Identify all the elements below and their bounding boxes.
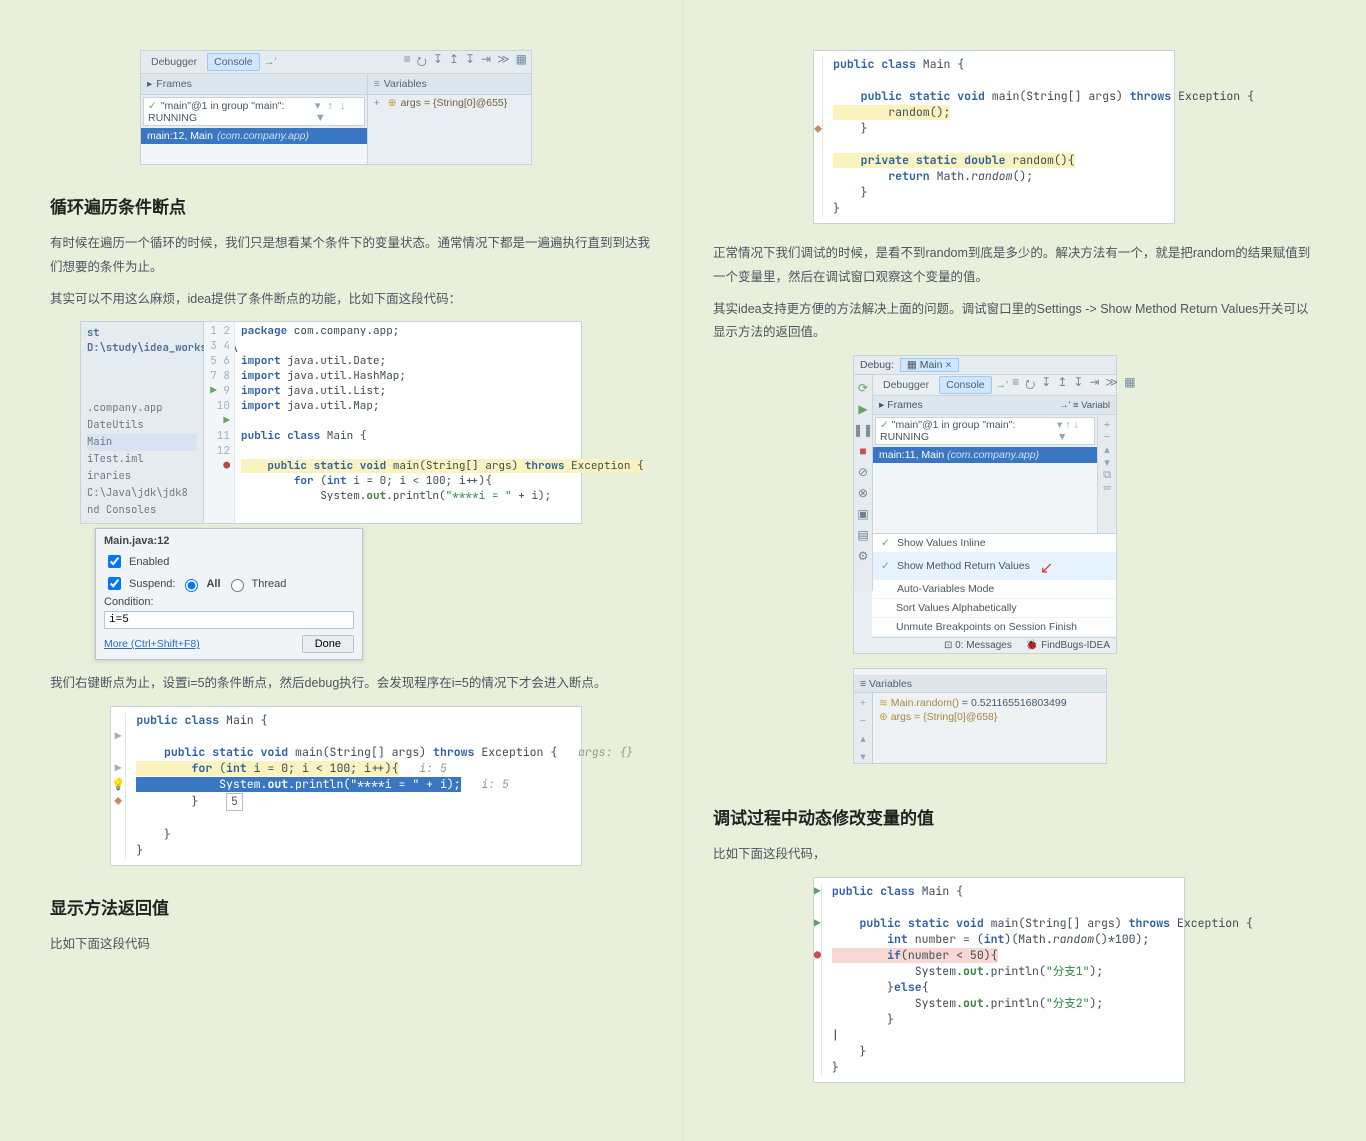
para: 比如下面这段代码， <box>713 843 1316 867</box>
bp-enabled[interactable]: Enabled <box>104 552 354 571</box>
frame-row[interactable]: main:11, Main (com.company.app) <box>873 447 1097 463</box>
thread-selector[interactable]: ✓"main"@1 in group "main": RUNNING ▾ ↑ ↓… <box>143 97 365 126</box>
status-messages[interactable]: ⊡ 0: Messages <box>944 640 1012 651</box>
tree-item[interactable]: nd Consoles <box>87 502 197 519</box>
step-over-icon[interactable]: ⭮ <box>417 52 427 73</box>
tree-item[interactable]: C:\Java\jdk\jdk8 <box>87 485 197 502</box>
bp-suspend[interactable]: Suspend: All Thread <box>104 574 354 593</box>
arrow-annotation: ↙ <box>1040 558 1053 578</box>
calc-icon[interactable]: ▦ <box>516 52 527 73</box>
heading-loop-breakpoint: 循环遍历条件断点 <box>50 193 652 218</box>
force-step-icon[interactable]: ↧ <box>1073 375 1083 396</box>
tab-console[interactable]: Console <box>939 376 992 394</box>
status-findbugs[interactable]: 🐞 FindBugs-IDEA <box>1026 640 1110 651</box>
layout-icon[interactable]: ▤ <box>857 528 868 542</box>
tab-debugger[interactable]: Debugger <box>145 54 203 70</box>
step-over-icon[interactable]: ⭮ <box>1025 375 1035 396</box>
menu-item[interactable]: Auto-Variables Mode <box>873 580 1116 599</box>
code-exec-block: ▶ ▶ 💡 ⬥ public class Main { public stati… <box>110 706 582 866</box>
heading-show-return: 显示方法返回值 <box>50 894 652 919</box>
code-area: package com.company.app; import java.uti… <box>235 322 650 523</box>
thread-selector[interactable]: ✓ "main"@1 in group "main": RUNNING ▾ ↑ … <box>875 417 1095 445</box>
editor-with-tree: st D:\study\idea_workspace\ .company.app… <box>80 321 582 524</box>
debug-config[interactable]: ▦ Main × <box>900 358 959 372</box>
menu-item-return-values[interactable]: ✓Show Method Return Values↙ <box>873 553 1116 580</box>
frame-row[interactable]: main:12, Main (com.company.app) <box>141 128 367 144</box>
para: 正常情况下我们调试的时候，是看不到random到底是多少的。解决方法有一个，就是… <box>713 242 1316 290</box>
view-bp-icon[interactable]: ⊘ <box>858 465 868 479</box>
minus-icon[interactable]: − <box>860 715 866 727</box>
calc-icon[interactable]: ▦ <box>1124 375 1135 396</box>
settings-icon[interactable]: ⚙ <box>858 549 869 563</box>
resume-icon[interactable]: ▶ <box>858 402 867 416</box>
variable-row[interactable]: ≋ Main.random() = 0.521165516803499 <box>879 696 1100 710</box>
step-out-icon[interactable]: ↥ <box>449 52 459 73</box>
bp-condition-input[interactable] <box>104 611 354 629</box>
para: 其实可以不用这么麻烦，idea提供了条件断点的功能，比如下面这段代码： <box>50 288 652 312</box>
eval-icon[interactable]: ≫ <box>1106 375 1119 396</box>
debugger-panel-top: Debugger Console →' ≡ ⭮ ↧ ↥ ↧ ⇥ ≫ ▦ ▸ Fr… <box>140 50 532 165</box>
pause-icon[interactable]: ❚❚ <box>853 423 873 437</box>
camera-icon[interactable]: ▣ <box>857 507 868 521</box>
force-step-icon[interactable]: ↧ <box>465 52 475 73</box>
step-into-icon[interactable]: ↧ <box>1041 375 1051 396</box>
variable-row[interactable]: ⊕ args = {String[0]@658} <box>879 710 1100 724</box>
code-random: ⬥ public class Main { public static void… <box>813 50 1175 224</box>
tree-item[interactable]: iraries <box>87 468 197 485</box>
bp-done-button[interactable]: Done <box>302 635 354 653</box>
para: 我们右键断点为止，设置i=5的条件断点，然后debug执行。会发现程序在i=5的… <box>50 672 652 696</box>
para: 其实idea支持更方便的方法解决上面的问题。调试窗口里的Settings -> … <box>713 298 1316 346</box>
step-into-icon[interactable]: ↧ <box>433 52 443 73</box>
code-branches: ▶ ▶ ● public class Main { public static … <box>813 877 1185 1083</box>
stop-icon[interactable]: ■ <box>859 444 866 458</box>
evaluate-icon[interactable]: ≫ <box>497 52 510 73</box>
list-icon[interactable]: ≡ <box>1012 375 1019 396</box>
tab-console[interactable]: Console <box>207 53 260 71</box>
heading-modify-var: 调试过程中动态修改变量的值 <box>713 804 1316 829</box>
project-path: st D:\study\idea_workspace\ <box>87 326 197 356</box>
cursor-icon[interactable]: ⇥ <box>1089 375 1099 396</box>
tree-item[interactable]: .company.app <box>87 400 197 417</box>
menu-item[interactable]: ✓Show Values Inline <box>873 534 1116 553</box>
down-icon[interactable]: ▾ <box>860 751 865 763</box>
restart-icon[interactable]: ⟳ <box>858 381 868 395</box>
variables-panel: ≡ Variables + − ▴ ▾ ≋ Main.random() = 0.… <box>853 668 1107 764</box>
variable-row[interactable]: + ⊕ args = {String[0]@655} <box>368 95 531 111</box>
variables-header: ≡ Variables <box>854 676 1106 693</box>
tree-item[interactable]: Main <box>87 434 197 451</box>
debug-window: Debug: ▦ Main × ⟳ ▶ ❚❚ ■ ⊘ ⊗ ▣ ▤ ⚙ Debug… <box>853 355 1117 654</box>
run-to-cursor-icon[interactable]: ⇥ <box>481 52 491 73</box>
run-icon: →' <box>264 56 277 68</box>
debug-label: Debug: <box>860 359 894 371</box>
para: 比如下面这段代码 <box>50 933 652 957</box>
tab-debugger[interactable]: Debugger <box>877 377 935 393</box>
line-gutter: 1 2 3 4 5 6 7 8 ▶ 9 10 ▶ 11 12 ● <box>204 322 235 523</box>
mute-bp-icon[interactable]: ⊗ <box>858 486 868 500</box>
list-icon[interactable]: ≡ <box>404 52 411 73</box>
bp-condition-label: Condition: <box>104 596 354 608</box>
frames-header: ▸ Frames <box>141 74 367 95</box>
menu-item[interactable]: Unmute Breakpoints on Session Finish <box>872 618 1116 637</box>
menu-item[interactable]: Sort Values Alphabetically <box>872 599 1116 618</box>
para: 有时候在遍历一个循环的时候，我们只是想看某个条件下的变量状态。通常情况下都是一遍… <box>50 232 652 280</box>
bp-title: Main.java:12 <box>104 535 354 547</box>
tree-item[interactable]: DateUtils <box>87 417 197 434</box>
up-icon[interactable]: ▴ <box>860 733 865 745</box>
plus-icon[interactable]: + <box>860 697 866 709</box>
debug-sidebar: ⟳ ▶ ❚❚ ■ ⊘ ⊗ ▣ ▤ ⚙ <box>854 375 873 591</box>
settings-menu: ✓Show Values Inline ✓Show Method Return … <box>872 533 1116 637</box>
breakpoint-dialog: Main.java:12 Enabled Suspend: All Thread… <box>95 528 363 660</box>
step-out-icon[interactable]: ↥ <box>1057 375 1067 396</box>
variables-header: Variables <box>368 74 531 95</box>
tree-item[interactable]: iTest.iml <box>87 451 197 468</box>
bp-more-link[interactable]: More (Ctrl+Shift+F8) <box>104 638 200 650</box>
